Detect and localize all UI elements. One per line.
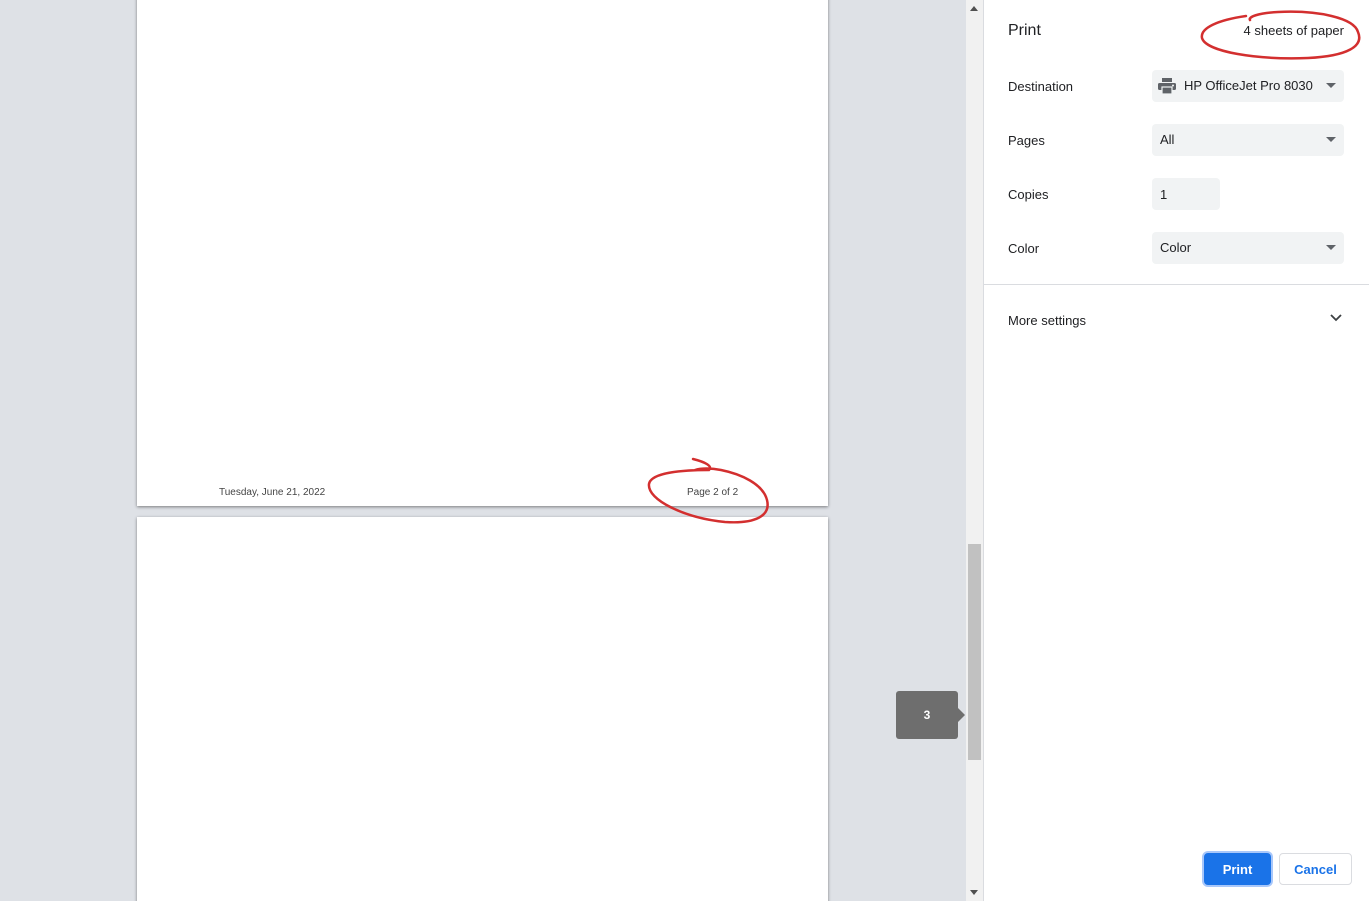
page-footer-number: Page 2 of 2 [687,487,739,498]
preview-page [137,517,828,901]
copies-label: Copies [1008,187,1049,202]
chevron-down-icon [1330,314,1342,322]
pages-select[interactable]: All [1152,124,1344,156]
divider [984,284,1369,285]
cancel-button[interactable]: Cancel [1279,853,1352,885]
print-settings-panel: Print 4 sheets of paper Destination HP O… [983,0,1369,901]
page-number-bubble: 3 [896,691,965,739]
dropdown-arrow-icon [1326,137,1336,142]
destination-label: Destination [1008,79,1074,94]
more-settings-toggle[interactable]: More settings [1008,304,1344,336]
scroll-up-icon[interactable] [970,6,978,11]
printer-icon [1158,78,1176,94]
copies-input[interactable] [1152,178,1220,210]
print-button[interactable]: Print [1204,853,1271,885]
dropdown-arrow-icon [1326,83,1336,88]
more-settings-label: More settings [1008,313,1087,328]
preview-scrollbar[interactable] [966,0,983,901]
pages-value: All [1160,132,1175,147]
color-value: Color [1160,240,1192,255]
destination-select[interactable]: HP OfficeJet Pro 8030 [1152,70,1344,102]
panel-title: Print [1008,22,1041,39]
page-footer-date: Tuesday, June 21, 2022 [219,487,326,498]
destination-value: HP OfficeJet Pro 8030 [1184,78,1313,93]
color-label: Color [1008,241,1040,256]
scrollbar-thumb[interactable] [968,544,981,760]
pages-label: Pages [1008,133,1045,148]
sheet-count: 4 sheets of paper [1243,23,1344,38]
dropdown-arrow-icon [1326,245,1336,250]
preview-page: Tuesday, June 21, 2022 Page 2 of 2 [137,0,828,506]
color-select[interactable]: Color [1152,232,1344,264]
scroll-down-icon[interactable] [970,890,978,895]
print-preview-area[interactable]: Tuesday, June 21, 2022 Page 2 of 2 3 [0,0,966,901]
